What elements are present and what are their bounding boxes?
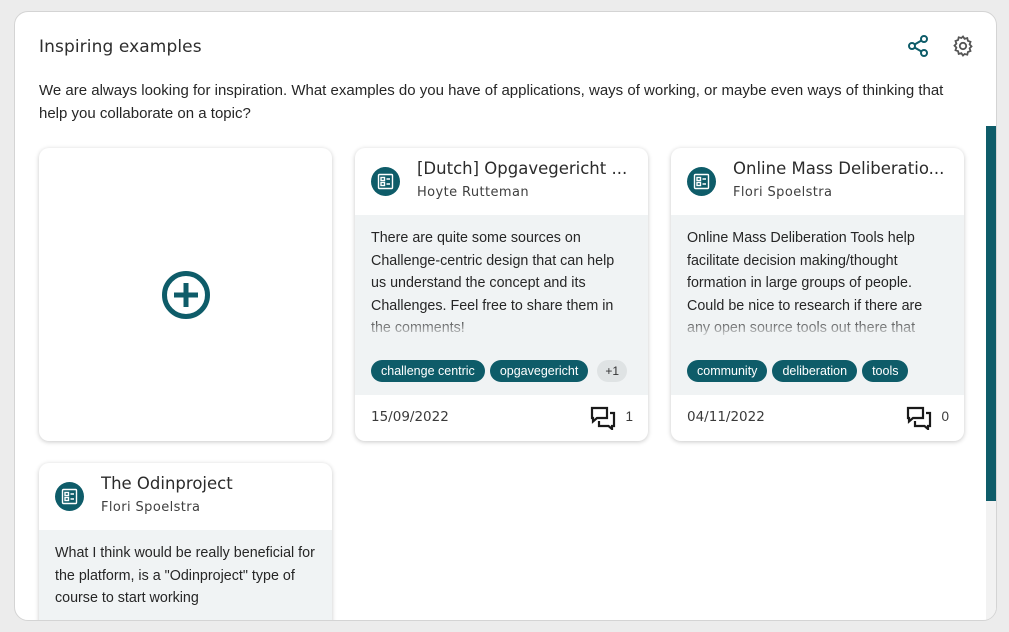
- comments-icon[interactable]: [906, 406, 932, 430]
- share-icon[interactable]: [905, 33, 931, 59]
- tag[interactable]: tools: [862, 360, 909, 382]
- document-icon: [371, 167, 400, 196]
- tag[interactable]: opgavegericht: [489, 360, 589, 382]
- tag-list: challenge centric opgavegericht +1: [371, 360, 628, 382]
- card-author: Flori Spoelstra: [733, 185, 833, 200]
- card-footer: 15/09/2022 1: [355, 395, 648, 441]
- card-body: There are quite some sources on Challeng…: [355, 215, 648, 395]
- comment-count: 0: [941, 409, 949, 424]
- tag[interactable]: community: [687, 360, 768, 382]
- tag[interactable]: challenge centric: [371, 360, 485, 382]
- panel-description: We are always looking for inspiration. W…: [39, 82, 944, 122]
- more-tags-badge[interactable]: +1: [597, 360, 628, 382]
- card-footer: 04/11/2022 0: [671, 395, 964, 441]
- tag-list: community deliberation tools: [687, 360, 909, 382]
- card-text: Online Mass Deliberation Tools help faci…: [687, 227, 948, 339]
- card-author: Hoyte Rutteman: [417, 185, 529, 200]
- panel-title: Inspiring examples: [39, 37, 202, 57]
- card-header: [Dutch] Opgavegericht ... Hoyte Rutteman: [355, 148, 648, 215]
- card-date: 15/09/2022: [371, 409, 449, 425]
- card-body: Online Mass Deliberation Tools help faci…: [671, 215, 964, 395]
- example-card[interactable]: Online Mass Deliberatio... Flori Spoelst…: [671, 148, 964, 441]
- card-text: What I think would be really beneficial …: [55, 542, 316, 620]
- scrollbar[interactable]: [986, 126, 996, 620]
- comments-icon[interactable]: [590, 406, 616, 430]
- scrollbar-thumb[interactable]: [986, 126, 996, 501]
- document-icon: [55, 482, 84, 511]
- tag[interactable]: deliberation: [772, 360, 858, 382]
- card-text: There are quite some sources on Challeng…: [371, 227, 632, 339]
- card-title[interactable]: The Odinproject: [101, 474, 317, 493]
- card-title[interactable]: [Dutch] Opgavegericht ...: [417, 159, 633, 178]
- add-example-button[interactable]: [39, 148, 332, 441]
- card-body: What I think would be really beneficial …: [39, 530, 332, 620]
- comment-count: 1: [625, 409, 633, 424]
- add-circle-icon: [161, 270, 210, 319]
- card-date: 04/11/2022: [687, 409, 765, 425]
- card-author: Flori Spoelstra: [101, 500, 201, 515]
- gear-icon[interactable]: [950, 33, 976, 59]
- card-header: The Odinproject Flori Spoelstra: [39, 463, 332, 530]
- example-card[interactable]: The Odinproject Flori Spoelstra What I t…: [39, 463, 332, 620]
- card-title[interactable]: Online Mass Deliberatio...: [733, 159, 949, 178]
- document-icon: [687, 167, 716, 196]
- example-card[interactable]: [Dutch] Opgavegericht ... Hoyte Rutteman…: [355, 148, 648, 441]
- inspiring-examples-panel: Inspiring examples We are always looking…: [14, 11, 997, 621]
- card-header: Online Mass Deliberatio... Flori Spoelst…: [671, 148, 964, 215]
